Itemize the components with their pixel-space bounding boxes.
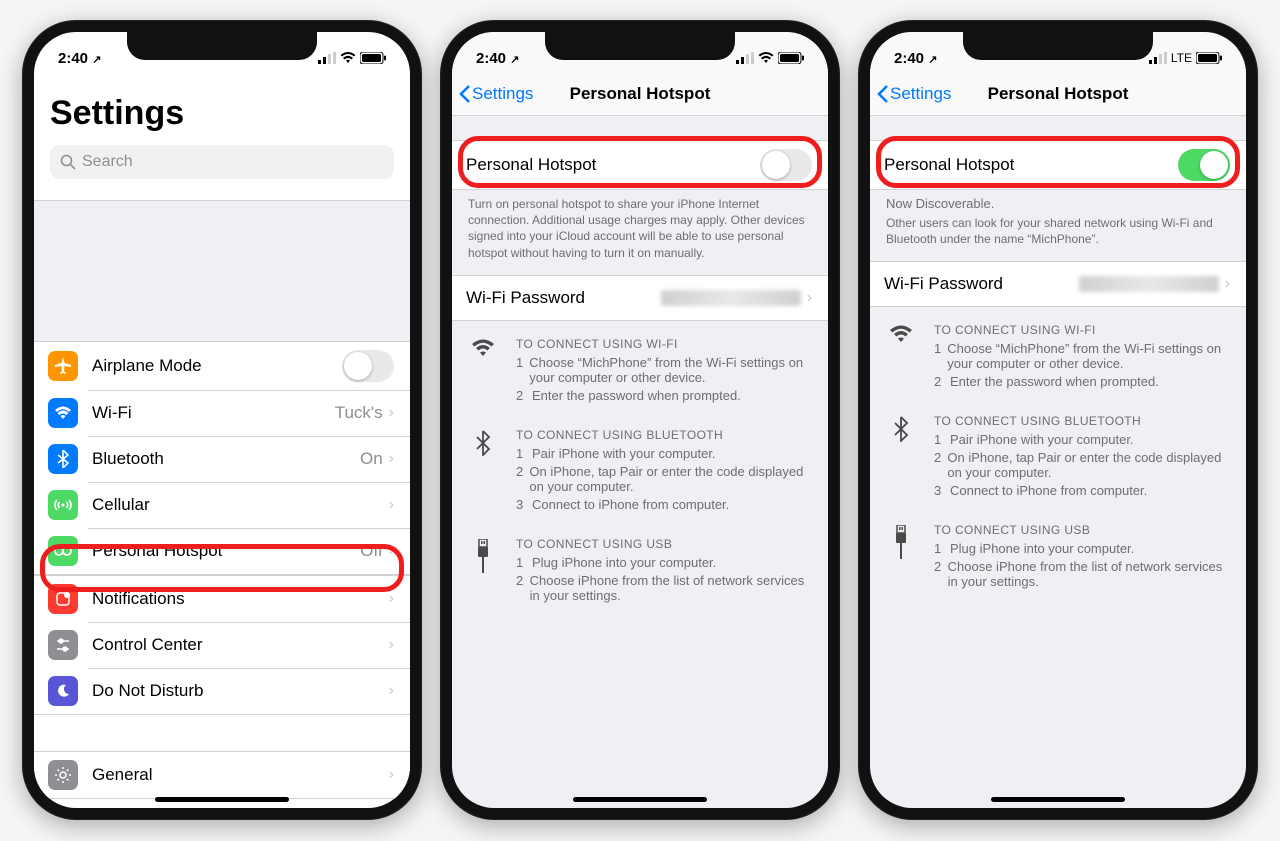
signal-text: LTE	[1171, 51, 1192, 65]
dnd-icon	[48, 676, 78, 706]
chevron-right-icon: ›	[389, 590, 394, 608]
row-control-center[interactable]: Control Center ›	[34, 622, 410, 668]
notifications-icon	[48, 584, 78, 614]
wifi-icon	[468, 339, 498, 357]
notch	[127, 32, 317, 60]
navbar: Settings Personal Hotspot	[452, 72, 828, 116]
screen: 2:40 ↗ LTE Settings Personal Hotspot Per…	[870, 32, 1246, 808]
notch	[963, 32, 1153, 60]
status-time: 2:40 ↗	[58, 50, 101, 67]
home-indicator[interactable]	[991, 797, 1125, 802]
hotspot-toggle[interactable]	[1178, 149, 1230, 181]
usb-icon	[468, 539, 498, 573]
cellular-icon	[48, 490, 78, 520]
instructions-usb: TO CONNECT USING USB 1Plug iPhone into y…	[452, 521, 828, 612]
chevron-right-icon: ›	[389, 450, 394, 468]
now-discoverable: Now Discoverable.	[870, 190, 1246, 213]
wifi-icon	[886, 325, 916, 343]
row-wifi[interactable]: Wi-Fi Tuck's ›	[34, 390, 410, 436]
screen: 2:40 ↗ Settings Search Airplane Mode Wi-…	[34, 32, 410, 808]
chevron-right-icon: ›	[807, 289, 812, 307]
wifi-icon	[340, 52, 356, 64]
nav-title: Personal Hotspot	[570, 84, 711, 104]
bluetooth-icon	[886, 416, 916, 442]
chevron-right-icon: ›	[389, 404, 394, 422]
status-time: 2:40 ↗	[476, 50, 519, 67]
row-personal-hotspot[interactable]: Personal Hotspot Off ›	[34, 528, 410, 574]
row-hotspot-toggle[interactable]: Personal Hotspot	[452, 141, 828, 189]
home-indicator[interactable]	[155, 797, 289, 802]
search-input[interactable]: Search	[50, 145, 394, 179]
status-indicators	[318, 52, 386, 64]
row-wifi-password[interactable]: Wi-Fi Password ›	[870, 262, 1246, 306]
chevron-right-icon: ›	[1225, 275, 1230, 293]
signal-icon	[736, 52, 754, 64]
hotspot-icon	[48, 536, 78, 566]
search-placeholder: Search	[82, 153, 133, 171]
phone-settings: 2:40 ↗ Settings Search Airplane Mode Wi-…	[22, 20, 422, 820]
battery-icon	[778, 52, 804, 64]
row-notifications[interactable]: Notifications ›	[34, 576, 410, 622]
page-title: Settings	[34, 72, 410, 141]
settings-group-2: Notifications › Control Center › Do Not …	[34, 575, 410, 715]
row-general[interactable]: General ›	[34, 752, 410, 798]
back-button[interactable]: Settings	[876, 72, 951, 115]
usb-icon	[886, 525, 916, 559]
airplane-icon	[48, 351, 78, 381]
bluetooth-icon	[468, 430, 498, 456]
instructions-wifi: TO CONNECT USING WI-FI 1Choose “MichPhon…	[452, 321, 828, 412]
search-icon	[60, 154, 76, 170]
phone-hotspot-off: 2:40 ↗ Settings Personal Hotspot Persona…	[440, 20, 840, 820]
screen: 2:40 ↗ Settings Personal Hotspot Persona…	[452, 32, 828, 808]
chevron-right-icon: ›	[389, 542, 394, 560]
hotspot-description: Other users can look for your shared net…	[870, 213, 1246, 261]
wifi-password-value	[1079, 276, 1219, 292]
row-wifi-password[interactable]: Wi-Fi Password ›	[452, 276, 828, 320]
status-indicators: LTE	[1149, 51, 1222, 65]
instructions-bluetooth: TO CONNECT USING BLUETOOTH 1Pair iPhone …	[870, 398, 1246, 507]
general-icon	[48, 760, 78, 790]
row-airplane-mode[interactable]: Airplane Mode	[34, 342, 410, 390]
back-button[interactable]: Settings	[458, 72, 533, 115]
chevron-left-icon	[876, 84, 890, 104]
row-hotspot-toggle[interactable]: Personal Hotspot	[870, 141, 1246, 189]
control-center-icon	[48, 630, 78, 660]
instructions-bluetooth: TO CONNECT USING BLUETOOTH 1Pair iPhone …	[452, 412, 828, 521]
status-indicators	[736, 52, 804, 64]
navbar: Settings Personal Hotspot	[870, 72, 1246, 116]
status-time: 2:40 ↗	[894, 50, 937, 67]
signal-icon	[318, 52, 336, 64]
battery-icon	[1196, 52, 1222, 64]
nav-title: Personal Hotspot	[988, 84, 1129, 104]
notch	[545, 32, 735, 60]
chevron-right-icon: ›	[389, 636, 394, 654]
wifi-icon	[48, 398, 78, 428]
chevron-right-icon: ›	[389, 766, 394, 784]
home-indicator[interactable]	[573, 797, 707, 802]
phone-hotspot-on: 2:40 ↗ LTE Settings Personal Hotspot Per…	[858, 20, 1258, 820]
bluetooth-icon	[48, 444, 78, 474]
chevron-left-icon	[458, 84, 472, 104]
chevron-right-icon: ›	[389, 496, 394, 514]
hotspot-description: Turn on personal hotspot to share your i…	[452, 190, 828, 275]
battery-icon	[360, 52, 386, 64]
instructions-wifi: TO CONNECT USING WI-FI 1Choose “MichPhon…	[870, 307, 1246, 398]
settings-group-1: Airplane Mode Wi-Fi Tuck's › Bluetooth O…	[34, 341, 410, 575]
row-cellular[interactable]: Cellular ›	[34, 482, 410, 528]
airplane-toggle[interactable]	[342, 350, 394, 382]
signal-icon	[1149, 52, 1167, 64]
chevron-right-icon: ›	[389, 682, 394, 700]
row-dnd[interactable]: Do Not Disturb ›	[34, 668, 410, 714]
hotspot-toggle[interactable]	[760, 149, 812, 181]
instructions-usb: TO CONNECT USING USB 1Plug iPhone into y…	[870, 507, 1246, 598]
row-bluetooth[interactable]: Bluetooth On ›	[34, 436, 410, 482]
wifi-icon	[758, 52, 774, 64]
wifi-password-value	[661, 290, 801, 306]
settings-group-3: General ›	[34, 751, 410, 799]
